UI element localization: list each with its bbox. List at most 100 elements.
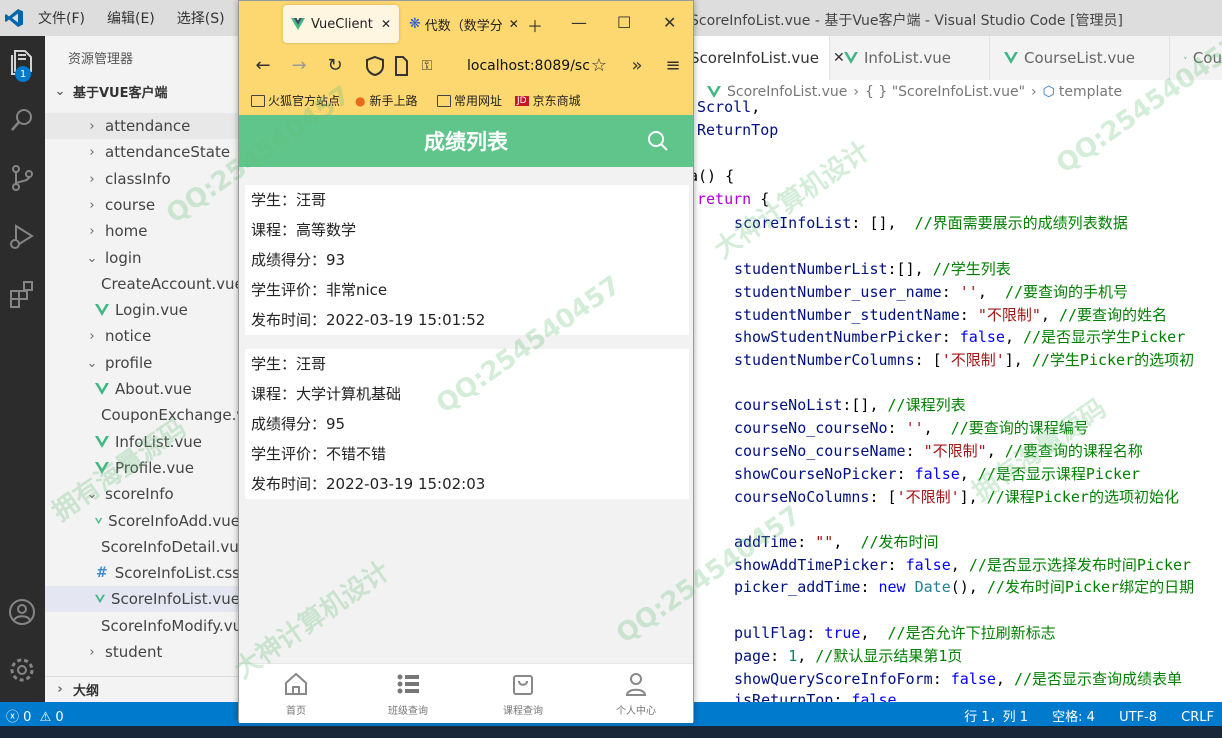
- breadcrumb-module[interactable]: { } "ScoreInfoList.vue": [865, 84, 1025, 100]
- browser-tab-bar: VueClient ✕ ❋ 代数（数学分 ✕ ＋ — ☐ ✕: [239, 1, 693, 45]
- chevron-right-icon: ›: [853, 84, 860, 100]
- forward-arrow-icon[interactable]: →: [287, 54, 311, 78]
- vscode-logo-icon: [5, 9, 23, 27]
- source-control-icon[interactable]: [6, 162, 38, 194]
- browser-tab-vueclient[interactable]: VueClient ✕: [283, 5, 399, 43]
- tree-file[interactable]: ScoreInfoAdd.vue: [45, 508, 240, 534]
- bookmark-item[interactable]: ● 新手上路: [355, 92, 418, 109]
- tab-infolist[interactable]: InfoList.vue: [830, 36, 990, 80]
- tree-folder[interactable]: › student: [45, 639, 240, 665]
- publish-time-field: 发布时间：2022-03-19 15:01:52: [251, 311, 486, 329]
- tree-folder[interactable]: › notice: [45, 323, 240, 349]
- tree-label: notice: [105, 327, 152, 345]
- overflow-chevron-icon[interactable]: »: [625, 54, 649, 78]
- menu-selection[interactable]: 选择(S): [177, 8, 225, 28]
- bookmark-star-icon[interactable]: ☆: [587, 54, 611, 78]
- indentation[interactable]: 空格: 4: [1052, 710, 1095, 725]
- tree-file[interactable]: CreateAccount.vue: [45, 271, 244, 297]
- tree-file[interactable]: # ScoreInfoList.css: [45, 560, 240, 586]
- settings-gear-icon[interactable]: [6, 654, 38, 686]
- search-icon[interactable]: [6, 104, 38, 136]
- cursor-position[interactable]: 行 1，列 1: [964, 710, 1028, 725]
- tab-course-query[interactable]: 课程查询: [483, 670, 563, 717]
- score-card[interactable]: 学生：汪哥 课程：大学计算机基础 成绩得分：95 学生评价：不错不错 发布时间：…: [245, 349, 689, 499]
- shield-icon[interactable]: [363, 54, 387, 78]
- tree-file[interactable]: Login.vue: [45, 297, 240, 323]
- outline-section[interactable]: › 大纲: [45, 676, 240, 702]
- permissions-icon[interactable]: ⚿: [415, 54, 439, 78]
- tree-folder[interactable]: › attendance: [45, 113, 240, 139]
- tree-folder[interactable]: › home: [45, 218, 240, 244]
- tree-file[interactable]: Profile.vue: [45, 455, 240, 481]
- home-icon: [285, 672, 307, 695]
- url-bar[interactable]: localhost:8089/sc: [467, 58, 590, 74]
- tree-file[interactable]: ScoreInfoModify.vue: [45, 613, 251, 639]
- tab-class-query[interactable]: 班级查询: [368, 670, 448, 717]
- run-debug-icon[interactable]: [6, 220, 38, 252]
- tree-folder[interactable]: ⌄ login: [45, 245, 240, 271]
- tab-courselist[interactable]: CourseList.vue: [990, 36, 1170, 80]
- chevron-right-icon: ›: [89, 118, 95, 134]
- tree-folder[interactable]: ⌄ profile: [45, 350, 240, 376]
- code-line: courseNo_courseNo: '', //要查询的课程编号: [734, 419, 1089, 437]
- hamburger-menu-icon[interactable]: ≡: [661, 54, 685, 78]
- minimize-icon[interactable]: —: [571, 13, 587, 32]
- close-icon[interactable]: ✕: [381, 17, 391, 31]
- code-line: Scroll,: [697, 98, 761, 116]
- back-arrow-icon[interactable]: ←: [251, 54, 275, 78]
- tree-folder[interactable]: ⌄ scoreInfo: [45, 481, 240, 507]
- tree-file[interactable]: ScoreInfoList.vue: [45, 586, 240, 612]
- tree-folder[interactable]: › course: [45, 192, 240, 218]
- tab-profile[interactable]: 个人中心: [596, 670, 676, 717]
- explorer-root-folder[interactable]: ⌄ 基于VUE客户端: [53, 82, 168, 101]
- jd-logo-icon: JD: [515, 95, 529, 106]
- breadcrumb-template[interactable]: template: [1059, 84, 1122, 100]
- page-icon[interactable]: [389, 54, 413, 78]
- maximize-icon[interactable]: ☐: [617, 13, 631, 32]
- tab-cou[interactable]: Cou: [1170, 36, 1222, 80]
- code-line: scoreInfoList: [], //界面需要展示的成绩列表数据: [734, 214, 1128, 232]
- bookmark-item[interactable]: 常用网址: [437, 92, 502, 109]
- student-field: 学生：汪哥: [251, 355, 327, 373]
- publish-time-field: 发布时间：2022-03-19 15:02:03: [251, 475, 486, 493]
- tree-file[interactable]: CouponExchange.vue: [45, 402, 264, 428]
- score-card[interactable]: 学生：汪哥 课程：高等数学 成绩得分：93 学生评价：非常nice 发布时间：2…: [245, 185, 689, 335]
- score-field: 成绩得分：95: [251, 415, 346, 433]
- tab-home[interactable]: 首页: [256, 670, 336, 717]
- tree-folder[interactable]: › attendanceState: [45, 139, 240, 165]
- new-tab-icon[interactable]: ＋: [527, 13, 543, 37]
- tree-label: home: [105, 222, 148, 240]
- extensions-icon[interactable]: [6, 278, 38, 310]
- app-header: 成绩列表: [239, 115, 693, 167]
- search-icon[interactable]: [645, 128, 671, 154]
- tree-folder[interactable]: › classInfo: [45, 166, 240, 192]
- browser-tab-second[interactable]: ❋ 代数（数学分 ✕: [409, 5, 525, 43]
- vue-file-icon: [707, 86, 721, 98]
- vue-file-icon: [95, 462, 109, 474]
- close-icon[interactable]: ✕: [509, 17, 519, 31]
- bookmark-item[interactable]: 火狐官方站点: [251, 92, 340, 109]
- end-of-line[interactable]: CRLF: [1181, 710, 1214, 725]
- tree-label: ScoreInfoList.css: [114, 564, 240, 582]
- vue-file-icon: [844, 52, 858, 64]
- tree-label: About.vue: [115, 380, 192, 398]
- menu-edit[interactable]: 编辑(E): [107, 8, 155, 28]
- reload-icon[interactable]: ↻: [323, 54, 347, 78]
- tree-label: InfoList.vue: [115, 433, 202, 451]
- menu-file[interactable]: 文件(F): [38, 8, 85, 28]
- code-line: courseNo_courseName: "不限制", //要查询的课程名称: [734, 442, 1143, 460]
- chevron-down-icon: ⌄: [54, 84, 66, 99]
- tree-label: Profile.vue: [115, 459, 195, 477]
- tab-scoreinfolist[interactable]: ScoreInfoList.vue ✕: [680, 36, 845, 80]
- code-line: studentNumber_studentName: "不限制", //要查询的…: [734, 306, 1168, 324]
- problems-indicator[interactable]: ⓧ 0 ⚠ 0: [6, 706, 64, 725]
- tree-file[interactable]: InfoList.vue: [45, 429, 240, 455]
- bookmark-item[interactable]: JD 京东商城: [515, 92, 581, 109]
- window-close-icon[interactable]: ✕: [663, 13, 676, 32]
- tree-file[interactable]: ScoreInfoDetail.vue: [45, 534, 248, 560]
- tree-file[interactable]: About.vue: [45, 376, 240, 402]
- account-icon[interactable]: [6, 596, 38, 628]
- code-line: a() {: [689, 167, 735, 185]
- encoding[interactable]: UTF-8: [1119, 710, 1157, 725]
- list-icon: [397, 674, 419, 694]
